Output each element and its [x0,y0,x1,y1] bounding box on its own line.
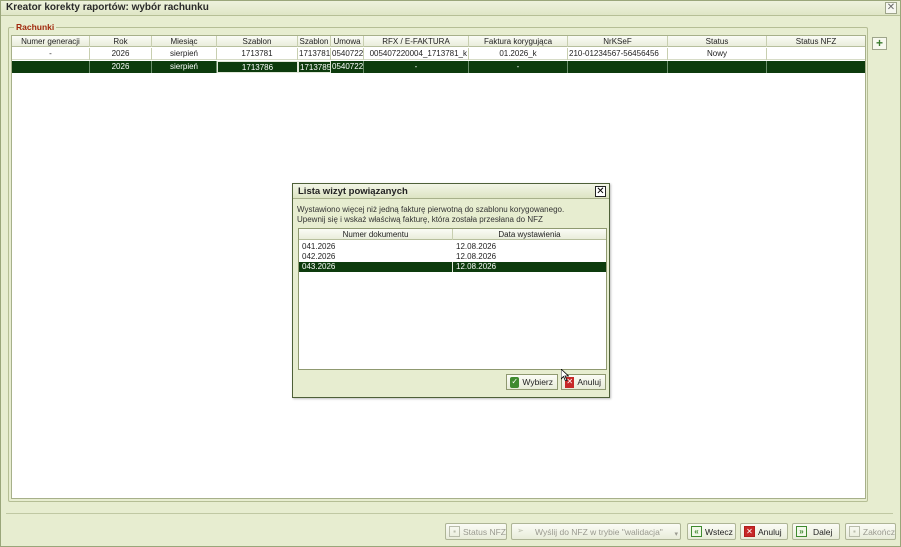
send-nfz-button[interactable]: ➢ Wyślij do NFZ w trybie "walidacja" ▾ [511,523,681,540]
cell-numer-generacji: - [12,48,90,60]
mouse-cursor-icon [561,369,569,381]
linked-visits-dialog: Lista wizyt powiązanych ✕ Wystawiono wię… [292,183,610,398]
cell-data-wystawienia: 12.08.2026 [456,262,497,271]
col-szablon-2[interactable]: Szablon [298,36,331,47]
next-label: Dalej [813,526,833,537]
close-icon[interactable]: ✕ [595,186,606,197]
status-icon: ▪ [449,526,460,537]
cell-numer-generacji [12,61,90,73]
cell-nrksef: 210-01234567-56456456 [568,48,668,60]
bottom-separator [6,513,893,514]
table-row-selected[interactable]: 043.2026 12.08.2026 [299,262,606,272]
back-button[interactable]: « Wstecz [687,523,736,540]
cell-status: Nowy [668,48,767,60]
cell-status-nfz [767,48,865,60]
cell-szablon: 1713786 [217,61,298,73]
window-title: Kreator korekty raportów: wybór rachunku [6,2,209,13]
col-numer-dokumentu[interactable]: Numer dokumentu [299,229,453,240]
cell-numer-dokumentu: 041.2026 [302,242,336,251]
dialog-message-line2: Upewnij się i wskaż właściwą fakturę, kt… [297,215,543,224]
col-miesiac[interactable]: Miesiąc [152,36,217,47]
double-chevron-left-icon: « [691,526,702,537]
table-row[interactable]: 042.2026 12.08.2026 [299,252,606,262]
cell-faktura-korygujaca: - [469,61,568,73]
table-row[interactable]: - 2026 sierpień 1713781 1713781 0540722 0… [12,48,865,60]
col-status-nfz[interactable]: Status NFZ [767,36,865,47]
dialog-cancel-label: Anuluj [577,377,601,387]
col-numer-generacji[interactable]: Numer generacji [12,36,90,47]
finish-button[interactable]: ▪ Zakończ [845,523,896,540]
col-umowa[interactable]: Umowa [331,36,364,47]
back-label: Wstecz [705,526,733,537]
cell-numer-dokumentu: 042.2026 [302,252,336,261]
send-nfz-label: Wyślij do NFZ w trybie "walidacja" [535,526,663,537]
cell-szablon-2: 1713785 [298,61,331,73]
cell-status-nfz [767,61,865,73]
table-row[interactable]: 041.2026 12.08.2026 [299,242,606,252]
cell-divider [452,262,453,272]
cell-faktura-korygujaca: 01.2026_k [469,48,568,60]
close-icon[interactable]: ✕ [885,2,897,14]
cell-status [668,61,767,73]
cell-rfx: 005407220004_1713781_k [364,48,469,60]
cell-miesiac: sierpień [152,61,217,73]
cell-umowa: 05407220 [332,61,364,73]
cell-data-wystawienia: 12.08.2026 [456,242,497,251]
dialog-title: Lista wizyt powiązanych [298,186,408,197]
select-label: Wybierz [522,377,553,387]
finish-label: Zakończ [862,526,895,537]
rachunki-table-header: Numer generacji Rok Miesiąc Szablon Szab… [12,36,865,47]
col-rok[interactable]: Rok [90,36,152,47]
chevron-down-icon[interactable]: ▾ [674,530,678,538]
documents-table-header: Numer dokumentu Data wystawienia [299,229,606,240]
cell-umowa: 05407220 [332,48,364,60]
cell-rfx: - [364,61,469,73]
cancel-label: Anuluj [758,526,782,537]
next-button[interactable]: » Dalej [792,523,840,540]
col-faktura-korygujaca[interactable]: Faktura korygująca [469,36,568,47]
cell-data-wystawienia: 12.08.2026 [456,252,497,261]
send-icon: ➢ [517,526,524,535]
col-data-wystawienia[interactable]: Data wystawienia [453,229,606,240]
cell-szablon: 1713781 [217,48,298,60]
col-szablon[interactable]: Szablon [217,36,298,47]
col-nrksef[interactable]: NrKSeF [568,36,668,47]
select-button[interactable]: ✓ Wybierz [506,374,558,390]
documents-table: Numer dokumentu Data wystawienia 041.202… [298,228,607,370]
add-button[interactable]: + [872,37,887,50]
table-row-selected[interactable]: 2026 sierpień 1713786 1713785 05407220 -… [12,61,865,73]
dialog-message: Wystawiono więcej niż jedną fakturę pier… [297,205,607,225]
dialog-title-bar: Lista wizyt powiązanych ✕ [293,184,609,199]
cancel-icon: ✕ [744,526,755,537]
rachunki-legend: Rachunki [14,22,57,32]
cell-numer-dokumentu: 043.2026 [302,262,336,271]
status-nfz-button[interactable]: ▪ Status NFZ [445,523,507,540]
cancel-button[interactable]: ✕ Anuluj [740,523,788,540]
checkmark-icon: ✓ [510,376,520,388]
col-status[interactable]: Status [668,36,767,47]
cell-nrksef [568,61,668,73]
cell-miesiac: sierpień [152,48,217,60]
cell-rok: 2026 [90,48,152,60]
title-bar: Kreator korekty raportów: wybór rachunku… [1,1,900,16]
finish-icon: ▪ [849,526,860,537]
cell-rok: 2026 [90,61,152,73]
double-chevron-right-icon: » [796,526,807,537]
plus-icon: + [875,36,883,50]
status-nfz-label: Status NFZ [463,526,506,537]
col-rfx[interactable]: RFX / E-FAKTURA [364,36,469,47]
cell-szablon-2: 1713781 [299,48,331,60]
dialog-message-line1: Wystawiono więcej niż jedną fakturę pier… [297,205,565,214]
